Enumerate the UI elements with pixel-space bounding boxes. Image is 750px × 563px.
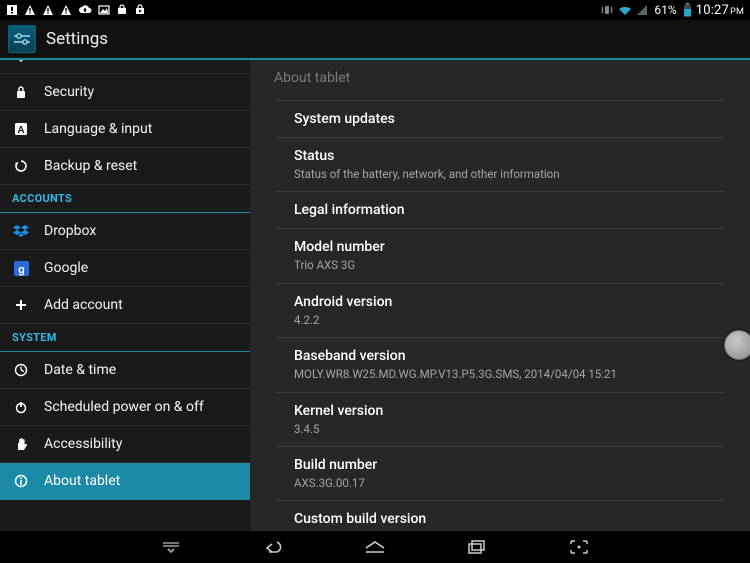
settings-app-icon (8, 25, 36, 53)
warning-icon (42, 4, 54, 16)
pref-build-number[interactable]: Build number AXS.3G.00.17 (274, 447, 726, 501)
nav-recent-apps-button[interactable] (461, 537, 493, 557)
pref-title: Build number (294, 457, 726, 473)
pref-subtitle: Trio AXS 3G (294, 258, 726, 272)
sidebar-item-label: Add account (44, 297, 238, 313)
battery-icon (683, 3, 692, 17)
pref-title: Android version (294, 294, 726, 310)
sidebar-item-label: Date & time (44, 362, 238, 378)
pref-title: System updates (294, 111, 726, 127)
pref-status[interactable]: Status Status of the battery, network, a… (274, 138, 726, 192)
pref-title: Legal information (294, 202, 726, 218)
pref-subtitle: AXS.3G.00.17 (294, 476, 726, 490)
restore-icon (12, 157, 30, 175)
sidebar-item-scheduled-power[interactable]: Scheduled power on & off (0, 389, 250, 426)
pref-legal-information[interactable]: Legal information (274, 192, 726, 229)
notification-alert-icon (6, 4, 18, 16)
fast-scroll-thumb[interactable] (724, 330, 750, 360)
image-icon (98, 4, 110, 16)
content-pane: About tablet System updates Status Statu… (250, 60, 750, 531)
warning-icon (60, 4, 72, 16)
sidebar-item-label: About tablet (44, 473, 238, 489)
pref-custom-build-version[interactable]: Custom build version (274, 501, 726, 531)
battery-percentage: 61% (654, 3, 676, 17)
clock-icon (12, 361, 30, 379)
sidebar-item-about-tablet[interactable]: About tablet (0, 463, 250, 500)
location-icon (12, 60, 30, 64)
pref-subtitle: 4.2.2 (294, 313, 726, 327)
sidebar-item-language-input[interactable]: A Language & input (0, 111, 250, 148)
content-title: About tablet (274, 60, 726, 100)
google-icon: g (12, 259, 30, 277)
dropbox-icon (12, 222, 30, 240)
pref-title: Kernel version (294, 403, 726, 419)
plus-icon (12, 296, 30, 314)
sidebar-item-label: Language & input (44, 121, 238, 137)
sidebar-item-label: Location access (44, 60, 238, 63)
status-bar: 61% 10:27PM (0, 0, 750, 20)
action-bar: Settings (0, 20, 750, 60)
pref-model-number[interactable]: Model number Trio AXS 3G (274, 229, 726, 283)
nav-screenshot-button[interactable] (563, 537, 595, 557)
nav-notifications-button[interactable] (155, 537, 187, 557)
settings-sidebar: Location access Security A Language & in… (0, 60, 250, 531)
sidebar-item-label: Dropbox (44, 223, 238, 239)
sidebar-item-label: Scheduled power on & off (44, 399, 238, 415)
a-box-icon: A (12, 120, 30, 138)
clock: 10:27PM (696, 3, 744, 18)
pref-subtitle: Status of the battery, network, and othe… (294, 167, 726, 181)
cloud-upload-icon (78, 4, 92, 16)
pref-baseband-version[interactable]: Baseband version MOLY.WR8.W25.MD.WG.MP.V… (274, 338, 726, 392)
sidebar-item-add-account[interactable]: Add account (0, 287, 250, 324)
sidebar-item-label: Google (44, 260, 238, 276)
sidebar-item-date-time[interactable]: Date & time (0, 352, 250, 389)
warning-icon (24, 4, 36, 16)
pref-android-version[interactable]: Android version 4.2.2 (274, 284, 726, 338)
cell-signal-icon (636, 4, 648, 16)
pref-title: Baseband version (294, 348, 726, 364)
power-icon (12, 398, 30, 416)
wifi-icon (618, 4, 632, 16)
pref-title: Status (294, 148, 726, 164)
pref-title: Custom build version (294, 511, 726, 527)
navigation-bar (0, 531, 750, 563)
sidebar-item-accessibility[interactable]: Accessibility (0, 426, 250, 463)
sidebar-section-accounts: ACCOUNTS (0, 185, 250, 213)
nav-back-button[interactable] (257, 537, 289, 557)
sidebar-item-label: Security (44, 84, 238, 100)
store-icon (116, 4, 128, 16)
page-title: Settings (46, 29, 108, 49)
sidebar-item-label: Backup & reset (44, 158, 238, 174)
sidebar-item-google[interactable]: g Google (0, 250, 250, 287)
info-icon (12, 472, 30, 490)
sidebar-item-backup-reset[interactable]: Backup & reset (0, 148, 250, 185)
pref-system-updates[interactable]: System updates (274, 101, 726, 138)
sidebar-item-label: Accessibility (44, 436, 238, 452)
pref-subtitle: 3.4.5 (294, 422, 726, 436)
store-play-icon (134, 4, 146, 16)
sidebar-item-location-access[interactable]: Location access (0, 60, 250, 74)
vibrate-icon (600, 4, 614, 16)
sidebar-item-dropbox[interactable]: Dropbox (0, 213, 250, 250)
nav-home-button[interactable] (359, 537, 391, 557)
svg-text:A: A (17, 125, 24, 136)
pref-title: Model number (294, 239, 726, 255)
hand-icon (12, 435, 30, 453)
svg-text:g: g (18, 264, 25, 276)
pref-subtitle: MOLY.WR8.W25.MD.WG.MP.V13.P5.3G.SMS, 201… (294, 367, 726, 381)
lock-icon (12, 83, 30, 101)
sidebar-section-system: SYSTEM (0, 324, 250, 352)
sidebar-item-security[interactable]: Security (0, 74, 250, 111)
pref-kernel-version[interactable]: Kernel version 3.4.5 (274, 393, 726, 447)
